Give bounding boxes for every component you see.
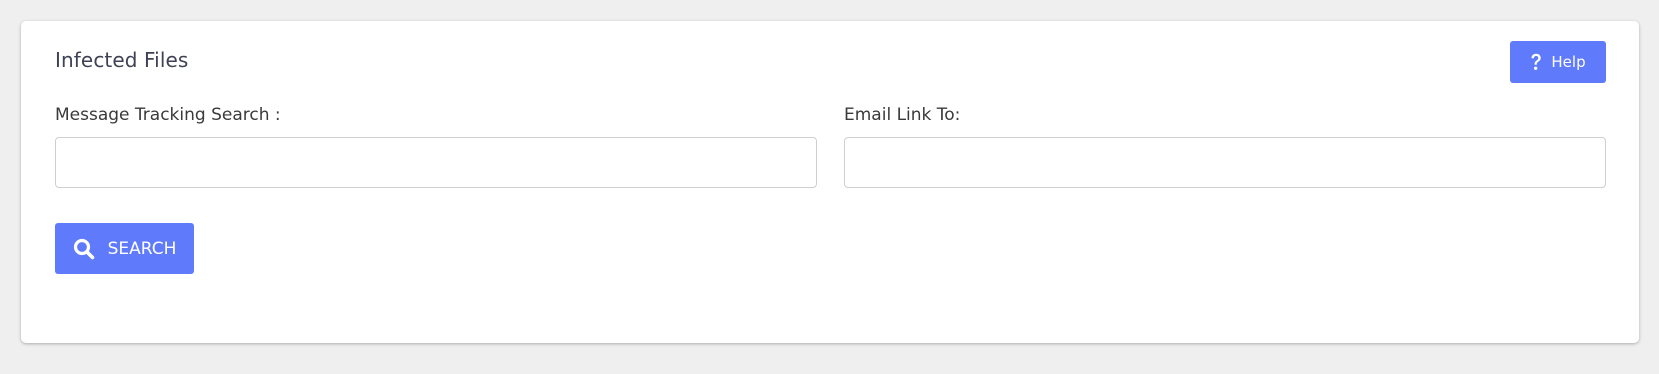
help-button[interactable]: Help: [1510, 41, 1606, 83]
question-icon: [1530, 53, 1542, 71]
search-icon: [73, 238, 95, 260]
infected-files-panel: Infected Files Help Message Tracking Sea…: [21, 21, 1639, 343]
email-link-label: Email Link To:: [844, 105, 961, 125]
search-button[interactable]: SEARCH: [55, 223, 194, 274]
search-button-label: SEARCH: [107, 238, 177, 259]
help-button-label: Help: [1551, 53, 1586, 71]
tracking-search-input[interactable]: [55, 137, 817, 188]
tracking-search-label: Message Tracking Search :: [55, 105, 281, 125]
email-link-input[interactable]: [844, 137, 1606, 188]
panel-title: Infected Files: [55, 48, 189, 72]
